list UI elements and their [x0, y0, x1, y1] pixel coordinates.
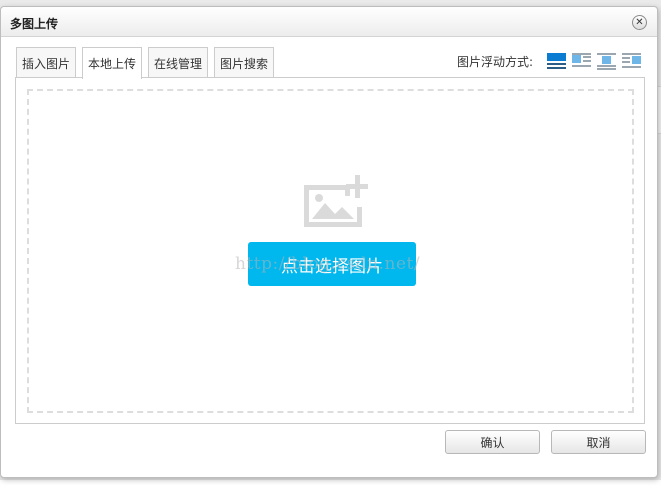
float-center-icon[interactable]	[597, 53, 616, 70]
pick-image-button[interactable]: 点击选择图片	[248, 242, 416, 286]
add-image-icon	[304, 175, 368, 227]
dialog-title: 多图上传	[10, 17, 59, 31]
float-left-icon[interactable]	[572, 53, 591, 70]
upload-panel: 点击选择图片 http://blog.csdn.net/	[15, 77, 645, 424]
tab-insert-image[interactable]: 插入图片	[16, 47, 77, 78]
tab-local-upload[interactable]: 本地上传	[82, 47, 143, 79]
cancel-button[interactable]: 取消	[551, 430, 646, 454]
drop-zone[interactable]: 点击选择图片 http://blog.csdn.net/	[27, 89, 634, 413]
image-float-options: 图片浮动方式:	[457, 53, 641, 70]
dialog-titlebar[interactable]: 多图上传 ✕	[1, 7, 657, 37]
tab-online-manage[interactable]: 在线管理	[148, 47, 209, 78]
float-right-icon[interactable]	[622, 53, 641, 70]
float-label: 图片浮动方式:	[456, 55, 533, 69]
float-none-icon[interactable]	[547, 53, 566, 70]
tab-image-search[interactable]: 图片搜索	[214, 47, 275, 78]
close-icon[interactable]: ✕	[632, 15, 647, 30]
background-page-bottom	[0, 480, 661, 501]
confirm-button[interactable]: 确认	[445, 430, 540, 454]
tab-bar: 插入图片 本地上传 在线管理 图片搜索	[16, 47, 275, 79]
